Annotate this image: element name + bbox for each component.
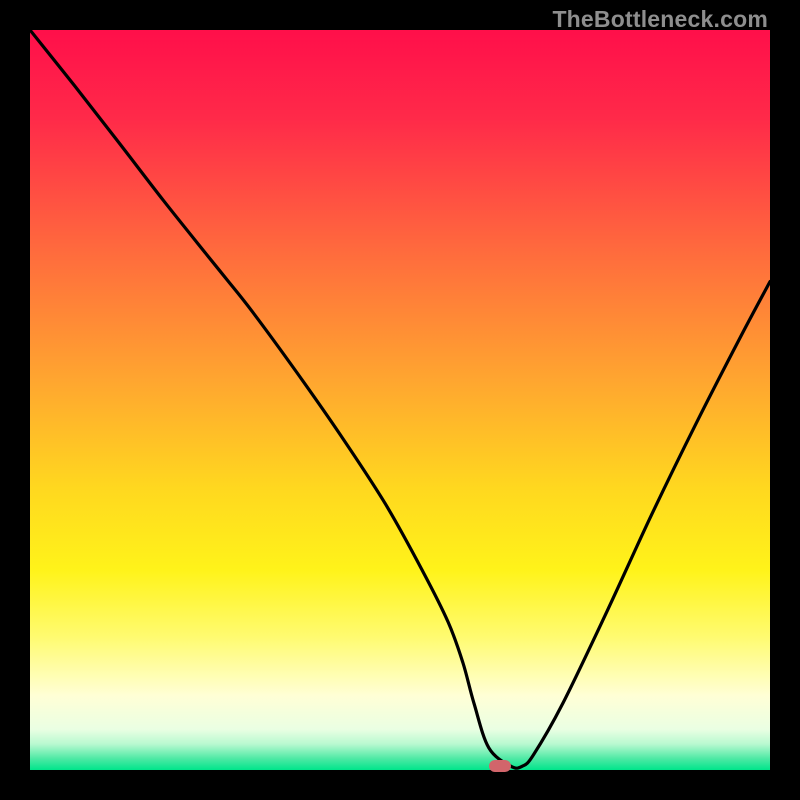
bottleneck-curve: [30, 30, 770, 770]
plot-area: [30, 30, 770, 770]
watermark-label: TheBottleneck.com: [552, 6, 768, 33]
optimal-marker: [489, 760, 511, 772]
chart-frame: TheBottleneck.com: [0, 0, 800, 800]
